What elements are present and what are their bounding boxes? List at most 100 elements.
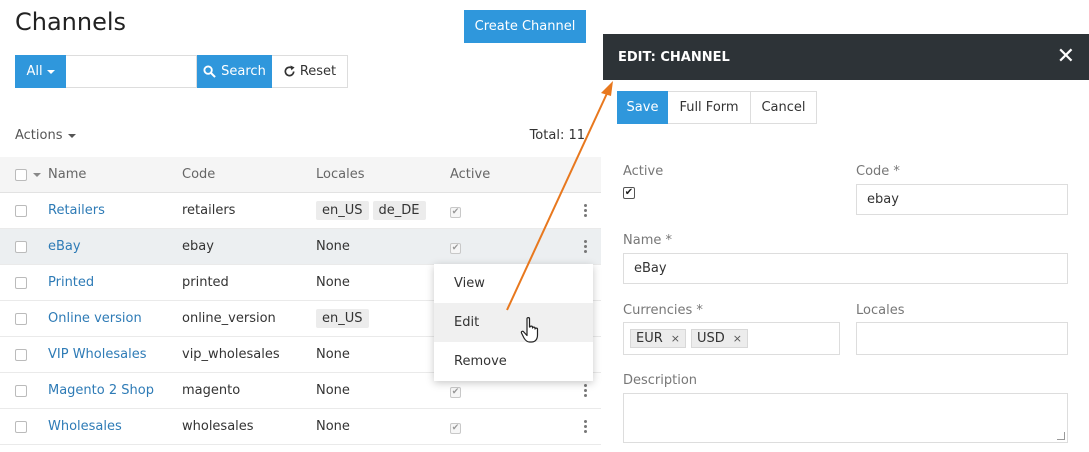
cancel-button[interactable]: Cancel: [751, 91, 817, 124]
channel-name[interactable]: Retailers: [48, 203, 105, 218]
edit-panel-title: EDIT: CHANNEL: [618, 49, 730, 65]
channel-name-link[interactable]: VIP Wholesales: [48, 347, 182, 362]
channel-name-link[interactable]: Magento 2 Shop: [48, 383, 182, 398]
channel-code: vip_wholesales: [182, 347, 280, 362]
row-checkbox[interactable]: [15, 420, 27, 433]
row-select[interactable]: [0, 420, 48, 433]
hand-pointer-icon: [520, 317, 539, 343]
channel-locales: None: [316, 383, 450, 398]
close-icon[interactable]: ✕: [1057, 46, 1075, 68]
row-actions[interactable]: [570, 420, 601, 433]
row-select[interactable]: [0, 348, 48, 361]
menu-item-view[interactable]: View: [434, 264, 593, 303]
channel-locales: None: [316, 419, 450, 434]
channel-name[interactable]: eBay: [48, 239, 81, 254]
channel-locales: en_US: [316, 309, 450, 328]
search-button[interactable]: Search: [197, 55, 272, 88]
table-row[interactable]: Retailers retailers en_US de_DE ✔: [0, 193, 601, 229]
row-select[interactable]: [0, 204, 48, 217]
name-input[interactable]: eBay: [623, 253, 1068, 284]
kebab-menu-icon[interactable]: [584, 204, 587, 217]
channel-active: ✔: [450, 203, 570, 218]
column-header-code[interactable]: Code: [182, 167, 316, 182]
locales-none: None: [316, 419, 350, 434]
reset-button[interactable]: Reset: [272, 55, 348, 88]
search-icon: [203, 65, 216, 78]
channel-locales: None: [316, 275, 450, 290]
full-form-button[interactable]: Full Form: [668, 91, 751, 124]
currency-tag: USD ×: [690, 329, 748, 348]
locales-input[interactable]: [856, 322, 1068, 355]
channel-active: ✔: [450, 419, 570, 434]
channel-name[interactable]: Wholesales: [48, 419, 122, 434]
resize-handle-icon[interactable]: [1057, 432, 1065, 440]
row-checkbox[interactable]: [15, 312, 27, 325]
save-button[interactable]: Save: [617, 91, 668, 124]
select-all-checkbox[interactable]: [15, 168, 27, 181]
channel-code: printed: [182, 275, 229, 290]
active-check-icon: ✔: [450, 243, 461, 254]
filter-all-dropdown[interactable]: All: [15, 55, 66, 88]
table-row[interactable]: Wholesales wholesales None ✔: [0, 409, 601, 445]
row-actions[interactable]: [570, 240, 601, 253]
select-all[interactable]: [0, 168, 48, 181]
table-row[interactable]: eBay ebay None ✔: [0, 229, 601, 265]
channel-name-link[interactable]: Printed: [48, 275, 182, 290]
filter-all-label: All: [26, 64, 43, 79]
row-select[interactable]: [0, 312, 48, 325]
total-count: Total: 11: [529, 128, 585, 143]
channel-name-link[interactable]: eBay: [48, 239, 182, 254]
active-check-icon: ✔: [450, 207, 461, 218]
currencies-input[interactable]: EUR × USD ×: [623, 322, 840, 355]
menu-item-remove[interactable]: Remove: [434, 342, 593, 381]
page-title: Channels: [15, 8, 127, 36]
channel-active: ✔: [450, 239, 570, 254]
remove-tag-icon[interactable]: ×: [733, 332, 742, 345]
channel-locales: None: [316, 239, 450, 254]
actions-dropdown[interactable]: Actions: [15, 128, 76, 143]
actions-label: Actions: [15, 128, 63, 143]
currency-tag-label: USD: [696, 331, 725, 346]
locales-none: None: [316, 383, 350, 398]
create-channel-button[interactable]: Create Channel: [464, 10, 586, 43]
search-bar: All Search Reset: [15, 55, 348, 88]
channel-name-link[interactable]: Wholesales: [48, 419, 182, 434]
locales-none: None: [316, 347, 350, 362]
row-checkbox[interactable]: [15, 384, 27, 397]
row-actions[interactable]: [570, 384, 601, 397]
channel-name[interactable]: VIP Wholesales: [48, 347, 146, 362]
column-header-locales[interactable]: Locales: [316, 167, 450, 182]
row-actions[interactable]: [570, 204, 601, 217]
kebab-menu-icon[interactable]: [584, 420, 587, 433]
code-input[interactable]: ebay: [856, 184, 1068, 215]
search-input[interactable]: [66, 55, 197, 88]
grid-header: Name Code Locales Active: [0, 157, 601, 193]
row-checkbox[interactable]: [15, 276, 27, 289]
channel-name[interactable]: Online version: [48, 311, 142, 326]
row-checkbox[interactable]: [15, 204, 27, 217]
chevron-down-icon[interactable]: [33, 172, 41, 177]
row-select[interactable]: [0, 276, 48, 289]
kebab-menu-icon[interactable]: [584, 384, 587, 397]
row-context-menu: View Edit Remove: [434, 264, 593, 381]
active-checkbox[interactable]: ✔: [623, 187, 635, 199]
column-header-name[interactable]: Name: [48, 167, 182, 182]
row-select[interactable]: [0, 384, 48, 397]
channel-name-link[interactable]: Retailers: [48, 203, 182, 218]
row-checkbox[interactable]: [15, 240, 27, 253]
active-check-icon: ✔: [450, 387, 461, 398]
channel-name[interactable]: Magento 2 Shop: [48, 383, 154, 398]
channel-code: wholesales: [182, 419, 254, 434]
row-select[interactable]: [0, 240, 48, 253]
chevron-down-icon: [46, 69, 55, 74]
kebab-menu-icon[interactable]: [584, 240, 587, 253]
active-label: Active: [623, 164, 664, 179]
column-header-active[interactable]: Active: [450, 167, 570, 182]
description-textarea[interactable]: [623, 393, 1068, 443]
row-checkbox[interactable]: [15, 348, 27, 361]
remove-tag-icon[interactable]: ×: [671, 332, 680, 345]
menu-item-edit[interactable]: Edit: [434, 303, 593, 342]
channel-name-link[interactable]: Online version: [48, 311, 182, 326]
currency-tag-label: EUR: [636, 331, 663, 346]
channel-name[interactable]: Printed: [48, 275, 94, 290]
